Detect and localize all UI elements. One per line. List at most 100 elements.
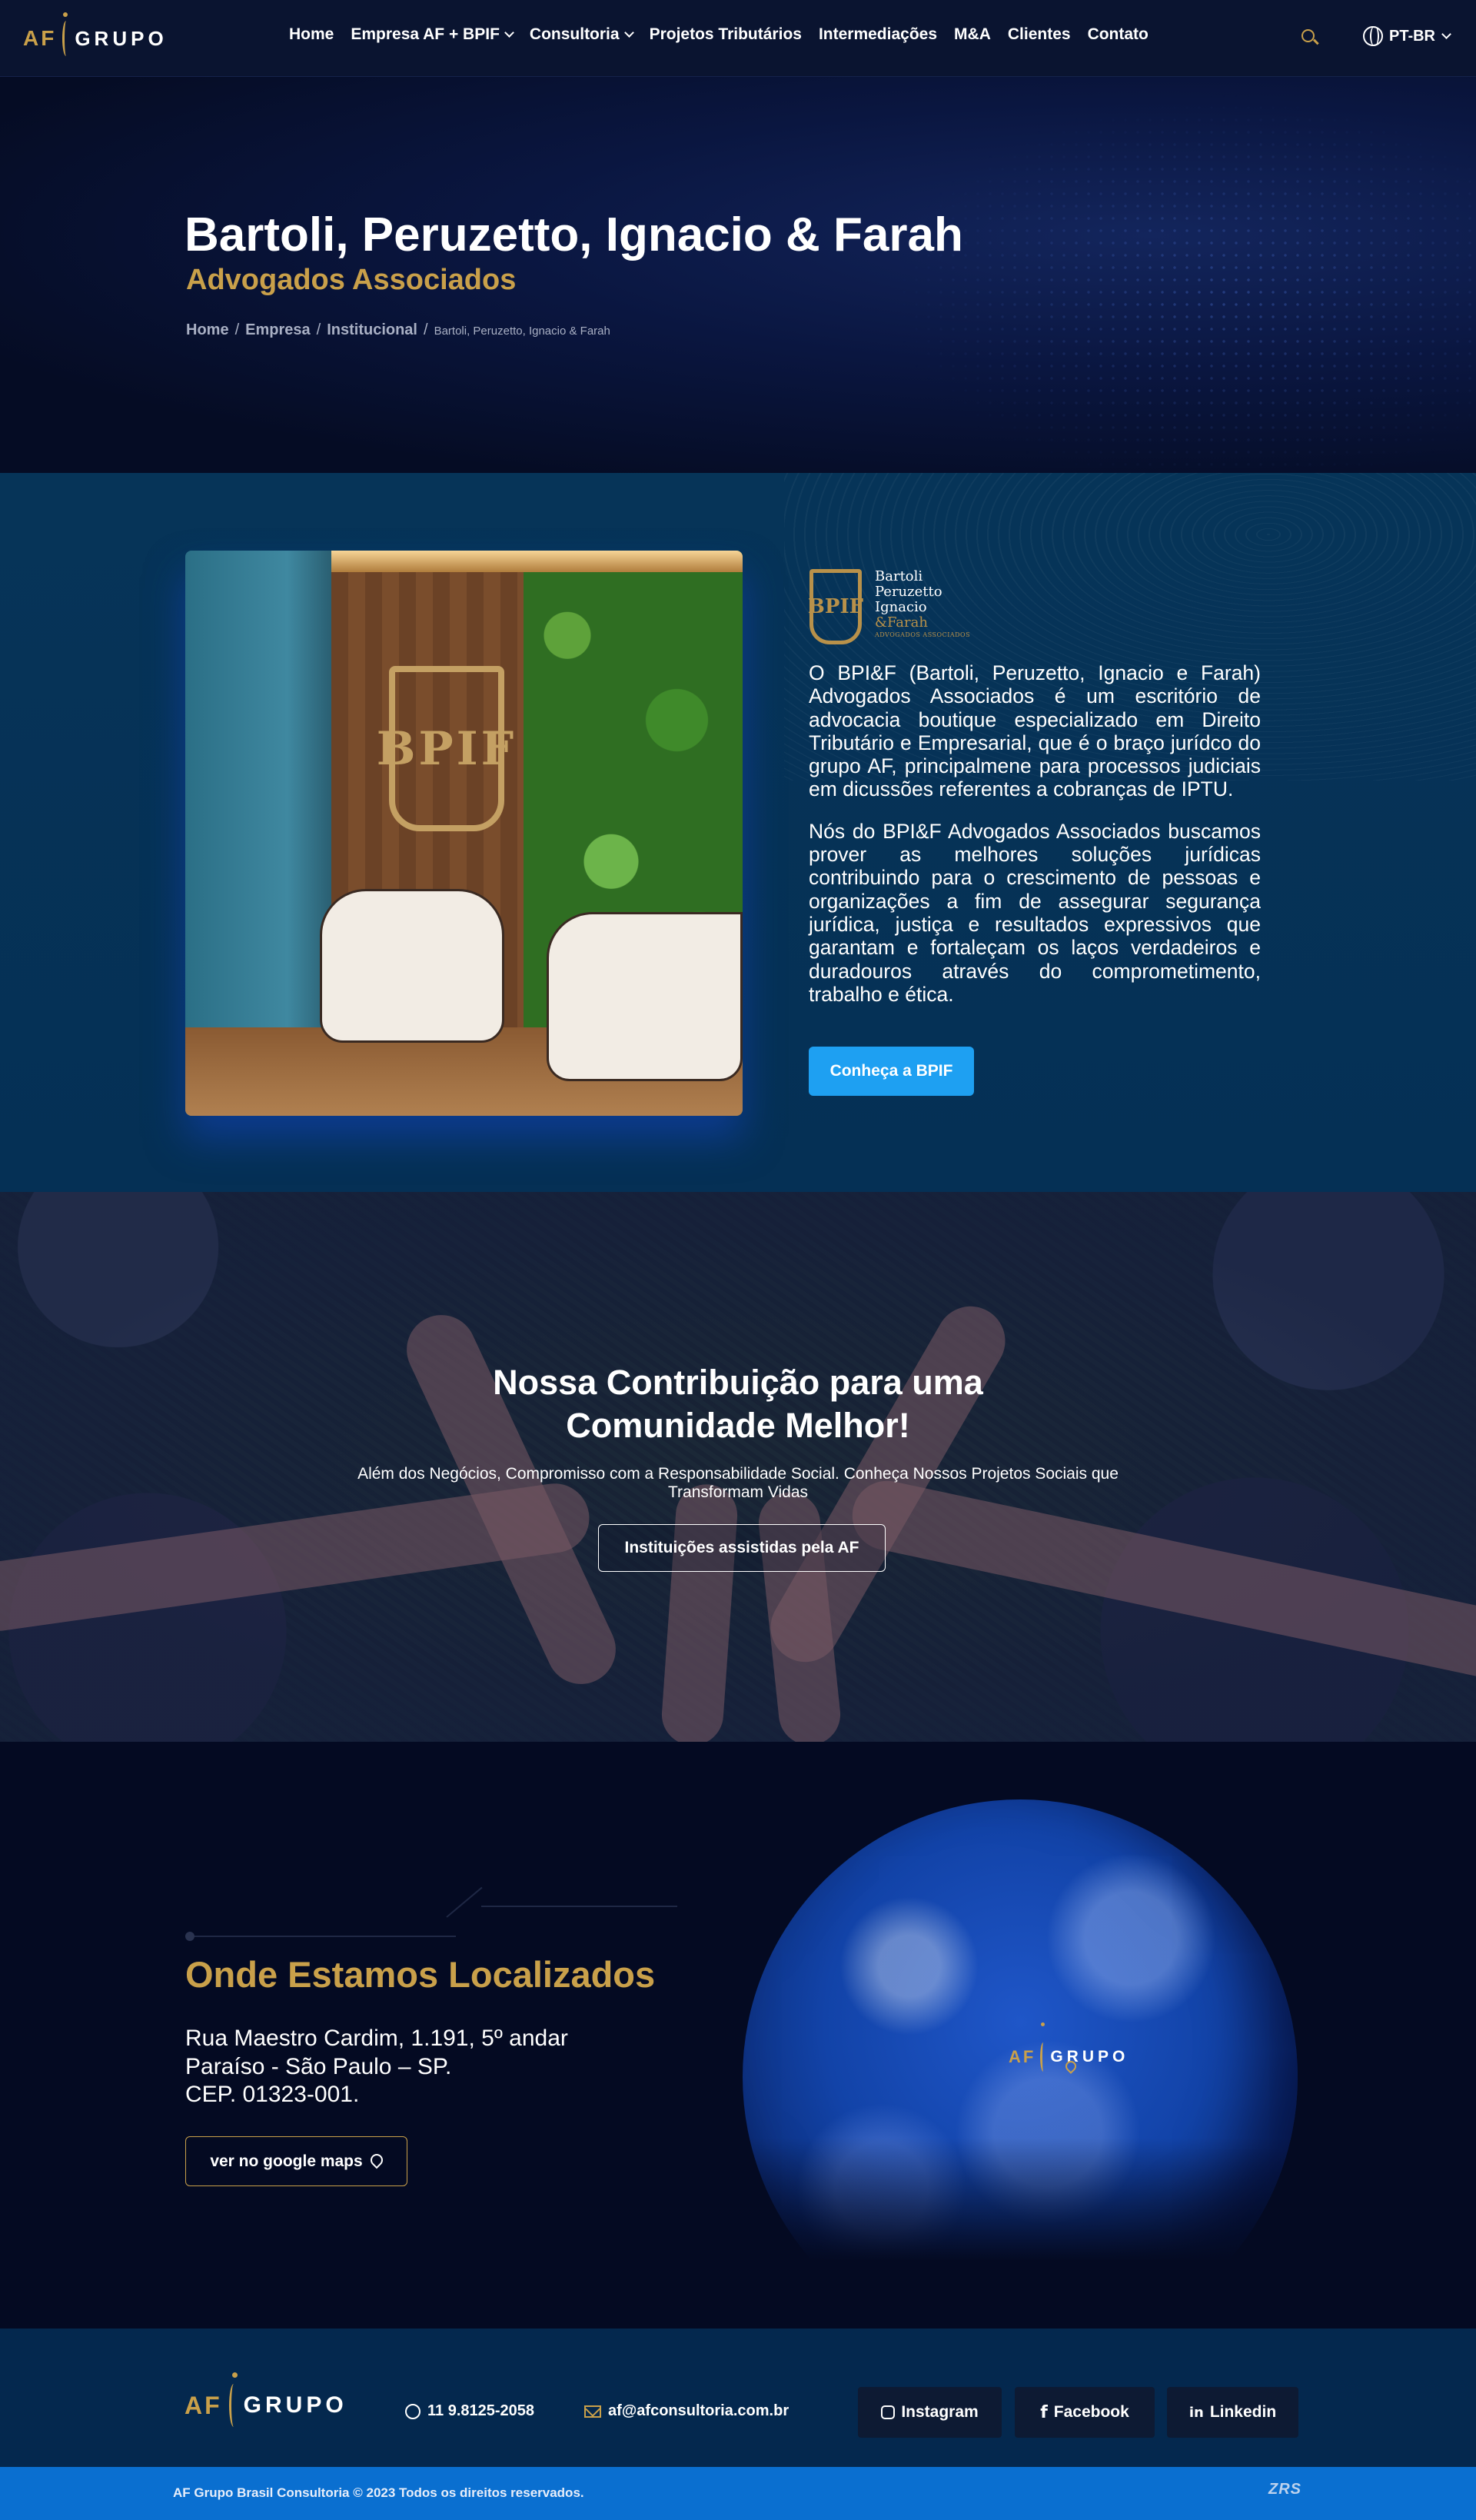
instagram-button[interactable]: Instagram — [858, 2387, 1002, 2438]
breadcrumb-current: Bartoli, Peruzetto, Ignacio & Farah — [434, 325, 610, 338]
logo-grupo-text: GRUPO — [1050, 2048, 1129, 2066]
breadcrumb-separator: / — [234, 321, 240, 338]
bpif-logo-line: Ignacio — [875, 599, 927, 615]
bpif-logo-line: &Farah — [875, 614, 928, 631]
bpif-logo-line: Peruzetto — [875, 584, 942, 600]
nav-label: Empresa AF + BPIF — [351, 25, 500, 43]
copyright-text: AF Grupo Brasil Consultoria © 2023 Todos… — [173, 2485, 584, 2500]
bpif-wall-emblem: BPIF — [377, 666, 514, 831]
decorative-line — [185, 1886, 677, 1941]
chevron-down-icon — [504, 28, 514, 38]
af-grupo-logo[interactable]: AF GRUPO — [23, 12, 168, 60]
contribution-subtitle: Além dos Negócios, Compromisso com a Res… — [357, 1465, 1119, 1501]
breadcrumb-separator: / — [424, 321, 428, 338]
whatsapp-link[interactable]: 11 9.8125-2058 — [405, 2402, 534, 2420]
bpif-logo-tagline: ADVOGADOS ASSOCIADOS — [875, 631, 971, 638]
phone-number: 11 9.8125-2058 — [427, 2402, 535, 2419]
mail-icon — [584, 2405, 601, 2418]
nav-item-empresa[interactable]: Empresa AF + BPIF — [351, 25, 514, 44]
language-selector[interactable]: PT-BR — [1363, 26, 1451, 46]
logo-af-text: AF — [23, 26, 57, 50]
hero-globe-pattern — [861, 77, 1476, 473]
page-subtitle: Advogados Associados — [186, 264, 517, 296]
address-line: Paraíso - São Paulo – SP. — [185, 2053, 452, 2079]
top-navbar: AF GRUPO Home Empresa AF + BPIF Consulto… — [0, 0, 1476, 77]
nav-item-intermediacoes[interactable]: Intermediações — [819, 25, 937, 44]
logo-grupo-text: GRUPO — [243, 2392, 347, 2418]
nav-label: Home — [289, 25, 334, 43]
address: Rua Maestro Cardim, 1.191, 5º andar Para… — [185, 2025, 677, 2109]
nav-label: Projetos Tributários — [649, 25, 802, 43]
social-contribution-section: Nossa Contribuição para uma Comunidade M… — [0, 1192, 1476, 1742]
bpif-logo-text: Bartoli Peruzetto Ignacio &Farah ADVOGAD… — [875, 569, 970, 640]
armchair — [547, 912, 743, 1081]
logo-dot — [1041, 2022, 1045, 2026]
conheca-bpif-button[interactable]: Conheça a BPIF — [809, 1047, 974, 1096]
nav-item-home[interactable]: Home — [289, 25, 334, 44]
nav-item-clientes[interactable]: Clientes — [1008, 25, 1071, 44]
logo-dot — [232, 2372, 238, 2378]
address-line: CEP. 01323-001. — [185, 2082, 360, 2107]
linkedin-icon: in — [1188, 2404, 1204, 2421]
zrs-credit-logo[interactable]: ZRS — [1268, 2481, 1311, 2501]
instagram-icon — [881, 2405, 896, 2419]
main-menu: Home Empresa AF + BPIF Consultoria Proje… — [289, 25, 1149, 44]
logo-dot — [63, 12, 68, 17]
chevron-down-icon — [1441, 29, 1451, 39]
about-section: BPIF BPIF Bartoli Peruzetto Ignacio &Far… — [0, 473, 1476, 1192]
nav-label: M&A — [954, 25, 991, 43]
facebook-button[interactable]: f Facebook — [1015, 2387, 1155, 2438]
language-label: PT-BR — [1389, 27, 1435, 45]
hero-banner: Bartoli, Peruzetto, Ignacio & Farah Advo… — [0, 77, 1476, 473]
breadcrumb: Home / Empresa / Institucional / Bartoli… — [186, 321, 610, 339]
contribution-title: Nossa Contribuição para uma Comunidade M… — [493, 1363, 983, 1445]
whatsapp-icon — [405, 2403, 421, 2419]
bpif-logo-line: Bartoli — [875, 568, 923, 584]
location-title: Onde Estamos Localizados — [185, 1954, 656, 1995]
footer-af-grupo-logo[interactable]: AF GRUPO — [184, 2372, 347, 2432]
about-description: O BPI&F (Bartoli, Peruzetto, Ignacio e F… — [809, 661, 1261, 1024]
search-icon[interactable] — [1301, 29, 1319, 46]
breadcrumb-institucional[interactable]: Institucional — [327, 321, 417, 339]
email-link[interactable]: af@afconsultoria.com.br — [584, 2402, 789, 2420]
breadcrumb-empresa[interactable]: Empresa — [245, 321, 311, 339]
instituicoes-button[interactable]: Instituições assistidas pela AF — [598, 1524, 886, 1572]
nav-item-contato[interactable]: Contato — [1088, 25, 1149, 44]
earth-globe-image: AF GRUPO — [743, 1799, 1298, 2261]
linkedin-button[interactable]: in Linkedin — [1167, 2387, 1298, 2438]
globe-icon — [1363, 26, 1383, 46]
armchair — [320, 889, 504, 1043]
nav-item-ma[interactable]: M&A — [954, 25, 991, 44]
nav-item-projetos[interactable]: Projetos Tributários — [650, 25, 802, 44]
google-maps-label: ver no google maps — [210, 2152, 363, 2170]
facebook-icon: f — [1040, 2402, 1048, 2422]
footer: AF GRUPO 11 9.8125-2058 af@afconsultoria… — [0, 2329, 1476, 2467]
google-maps-button[interactable]: ver no google maps — [185, 2136, 407, 2186]
logo-arc — [228, 2384, 238, 2427]
nav-label: Contato — [1087, 25, 1149, 43]
address-line: Rua Maestro Cardim, 1.191, 5º andar — [185, 2026, 568, 2051]
about-paragraph: O BPI&F (Bartoli, Peruzetto, Ignacio e F… — [809, 661, 1261, 801]
nav-item-consultoria[interactable]: Consultoria — [530, 25, 634, 44]
social-label: Facebook — [1053, 2403, 1129, 2421]
logo-arc — [1040, 2042, 1046, 2072]
map-pin-icon — [371, 2154, 383, 2169]
breadcrumb-home[interactable]: Home — [186, 321, 229, 339]
location-section: Onde Estamos Localizados Rua Maestro Car… — [0, 1742, 1476, 2329]
logo-af-text: AF — [184, 2391, 222, 2419]
breadcrumb-separator: / — [316, 321, 321, 338]
copyright-bar: AF Grupo Brasil Consultoria © 2023 Todos… — [0, 2467, 1476, 2520]
logo-af-text: AF — [1009, 2047, 1036, 2066]
social-label: Linkedin — [1209, 2403, 1277, 2421]
logo-grupo-text: GRUPO — [75, 26, 168, 50]
bpif-logo: BPIF Bartoli Peruzetto Ignacio &Farah AD… — [808, 569, 986, 646]
globe-af-grupo-logo: AF GRUPO — [1009, 2022, 1132, 2088]
chevron-down-icon — [623, 28, 634, 38]
bpif-logo-mark: BPIF — [808, 569, 863, 644]
nav-label: Intermediações — [818, 25, 938, 43]
logo-arc — [62, 21, 70, 56]
about-paragraph: Nós do BPI&F Advogados Associados buscam… — [809, 819, 1261, 1006]
email-address: af@afconsultoria.com.br — [608, 2402, 790, 2419]
social-label: Instagram — [901, 2403, 979, 2421]
nav-label: Clientes — [1007, 25, 1071, 43]
